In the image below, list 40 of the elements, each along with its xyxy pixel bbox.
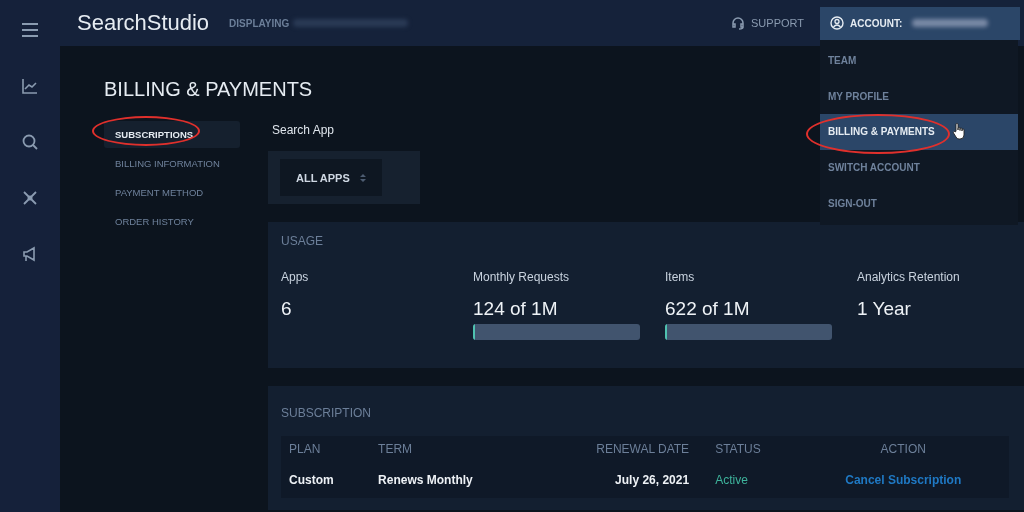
subnav-item[interactable]: PAYMENT METHOD — [104, 179, 240, 206]
menu-item[interactable]: TEAM — [820, 43, 1018, 79]
brand-name: SearchStudio — [77, 10, 210, 36]
subnav-item[interactable]: BILLING INFORMATION — [104, 150, 240, 177]
search-app-label: Search App — [272, 123, 335, 137]
displaying-label: DISPLAYING — [229, 17, 290, 29]
stat-label: Analytics Retention — [857, 270, 961, 284]
table-cell: July 26, 2021 — [532, 464, 708, 498]
stat-value: 6 — [281, 298, 293, 320]
headset-icon — [731, 16, 745, 30]
column-header: TERM — [370, 436, 533, 464]
page-title: BILLING & PAYMENTS — [104, 78, 313, 101]
stat-label: Items — [665, 270, 696, 284]
menu-item[interactable]: MY PROFILE — [820, 78, 1018, 115]
table-cell: Custom — [281, 464, 371, 498]
user-icon — [830, 16, 844, 30]
status-cell: Active — [707, 464, 798, 498]
table-cell: Renews Monthly — [370, 464, 533, 498]
stat-value: 622 of 1M — [665, 298, 751, 320]
app-select[interactable]: ALL APPS — [280, 159, 382, 196]
subnav-item[interactable]: ORDER HISTORY — [104, 208, 240, 235]
stat-label: Monthly Requests — [473, 270, 571, 284]
sort-caret-icon — [360, 172, 366, 183]
menu-item[interactable]: SWITCH ACCOUNT — [820, 149, 1018, 186]
stat-value: 124 of 1M — [473, 298, 559, 320]
account-button[interactable]: ACCOUNT: — [820, 6, 1020, 40]
subnav-item[interactable]: SUBSCRIPTIONS — [104, 121, 240, 148]
column-header: PLAN — [281, 436, 371, 464]
column-header: STATUS — [707, 436, 798, 464]
stat-value: 1 Year — [857, 298, 912, 320]
menu-item[interactable]: BILLING & PAYMENTS — [820, 114, 1018, 150]
panel-title: SUBSCRIPTION — [281, 406, 372, 420]
column-header: ACTION — [797, 436, 1009, 464]
cancel-subscription-link[interactable]: Cancel Subscription — [839, 472, 968, 488]
column-header: RENEWAL DATE — [532, 436, 708, 464]
menu-item[interactable]: SIGN-OUT — [820, 185, 1018, 221]
support-button[interactable]: SUPPORT — [725, 15, 810, 31]
stat-label: Apps — [281, 270, 310, 284]
hand-cursor-icon — [952, 122, 966, 141]
panel-title: USAGE — [281, 234, 324, 248]
